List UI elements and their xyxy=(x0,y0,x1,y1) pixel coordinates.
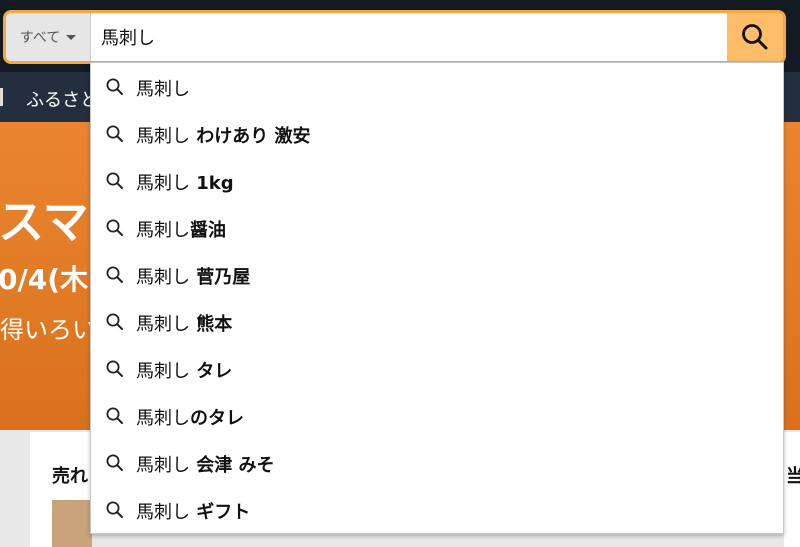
nav-link-furusato[interactable]: ふるさと xyxy=(26,86,98,112)
suggestion-prefix: 馬刺し xyxy=(136,408,190,429)
suggestion-prefix: 馬刺し xyxy=(136,267,190,288)
suggestion-prefix: 馬刺し xyxy=(136,455,190,476)
card-title-right: 当 xyxy=(786,466,800,487)
suggestion-item[interactable]: 馬刺し 会津 みそ xyxy=(91,439,783,486)
suggestion-prefix: 馬刺し xyxy=(136,314,190,335)
search-input[interactable] xyxy=(91,13,727,61)
search-icon xyxy=(106,454,123,471)
suggestion-item[interactable]: 馬刺し xyxy=(91,63,783,110)
suggestion-suffix: のタレ xyxy=(190,408,244,429)
suggestion-item[interactable]: 馬刺し わけあり 激安 xyxy=(91,110,783,157)
suggestion-text: 馬刺し わけあり 激安 xyxy=(136,122,311,148)
suggestion-item[interactable]: 馬刺しのタレ xyxy=(91,392,783,439)
suggestion-item[interactable]: 馬刺し 菅乃屋 xyxy=(91,251,783,298)
suggestion-suffix: 熊本 xyxy=(190,314,233,335)
suggestion-suffix: タレ xyxy=(190,361,233,382)
product-thumbnail[interactable] xyxy=(52,500,92,547)
search-icon xyxy=(106,407,123,424)
product-card-right[interactable] xyxy=(784,432,800,547)
card-title-left: 売れ xyxy=(52,466,88,487)
suggestion-prefix: 馬刺し xyxy=(136,173,190,194)
suggestion-suffix: 醤油 xyxy=(190,220,226,241)
search-icon xyxy=(106,78,123,95)
search-icon xyxy=(106,360,123,377)
search-icon xyxy=(106,501,123,518)
suggestion-prefix: 馬刺し xyxy=(136,126,190,147)
suggestion-suffix: ギフト xyxy=(190,502,251,523)
suggestion-text: 馬刺し 1kg xyxy=(136,169,234,195)
suggestion-item[interactable]: 馬刺し ギフト xyxy=(91,486,783,533)
suggestion-suffix: わけあり 激安 xyxy=(190,126,311,147)
suggestion-item[interactable]: 馬刺し醤油 xyxy=(91,204,783,251)
suggestion-suffix: 会津 みそ xyxy=(190,455,275,476)
search-icon xyxy=(106,125,123,142)
search-icon xyxy=(106,219,123,236)
search-bar: すべて xyxy=(3,10,786,64)
suggestion-suffix: 1kg xyxy=(190,173,234,194)
suggestion-prefix: 馬刺し xyxy=(136,220,190,241)
suggestion-suffix: 菅乃屋 xyxy=(190,267,251,288)
hero-subtitle: 得いろい xyxy=(0,316,96,344)
suggestion-text: 馬刺し醤油 xyxy=(136,216,226,242)
suggestion-text: 馬刺し 熊本 xyxy=(136,310,232,336)
search-icon xyxy=(742,24,768,50)
suggestion-text: 馬刺し 会津 みそ xyxy=(136,451,275,477)
suggestion-prefix: 馬刺し xyxy=(136,79,190,100)
search-icon xyxy=(106,313,123,330)
search-icon xyxy=(106,266,123,283)
search-scope-label: すべて xyxy=(19,30,61,46)
search-suggestions-dropdown: 馬刺し 馬刺し わけあり 激安 馬刺し 1kg 馬刺し醤油 馬刺し 菅乃屋 馬刺… xyxy=(90,62,784,534)
chevron-down-icon xyxy=(66,34,77,40)
search-scope-dropdown[interactable]: すべて xyxy=(6,13,91,61)
suggestion-prefix: 馬刺し xyxy=(136,361,190,382)
search-button[interactable] xyxy=(727,13,783,61)
suggestion-item[interactable]: 馬刺し 1kg xyxy=(91,157,783,204)
menu-icon[interactable] xyxy=(0,88,3,106)
search-icon xyxy=(106,172,123,189)
suggestion-prefix: 馬刺し xyxy=(136,502,190,523)
suggestion-text: 馬刺し 菅乃屋 xyxy=(136,263,250,289)
suggestion-item[interactable]: 馬刺し 熊本 xyxy=(91,298,783,345)
suggestion-text: 馬刺し タレ xyxy=(136,357,232,383)
suggestion-text: 馬刺し xyxy=(136,75,190,101)
suggestion-text: 馬刺しのタレ xyxy=(136,404,244,430)
suggestion-item[interactable]: 馬刺し タレ xyxy=(91,345,783,392)
suggestion-text: 馬刺し ギフト xyxy=(136,498,250,524)
